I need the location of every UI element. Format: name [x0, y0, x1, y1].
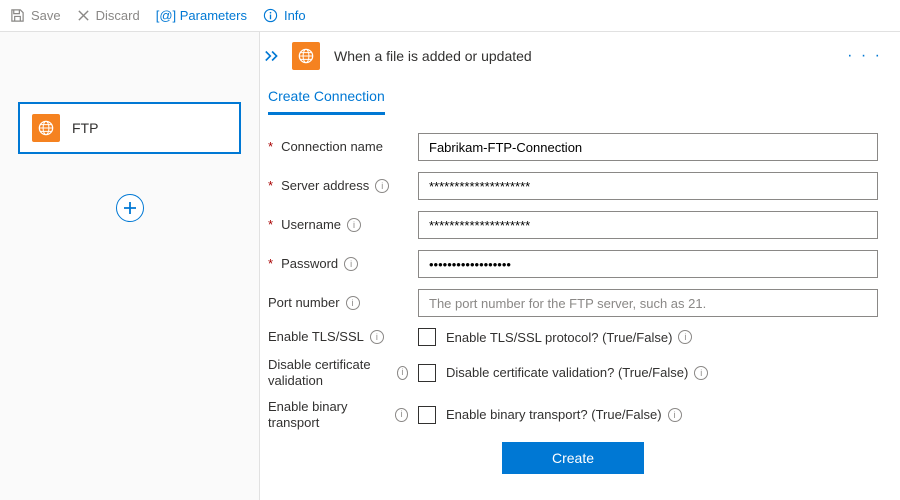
disable-cert-checkbox[interactable]: [418, 364, 436, 382]
save-button[interactable]: Save: [10, 8, 61, 23]
info-icon[interactable]: i: [370, 330, 384, 344]
tab-create-connection[interactable]: Create Connection: [268, 80, 385, 115]
connection-form: *Connection name *Server addressi *Usern…: [264, 133, 882, 474]
enable-tls-check-label: Enable TLS/SSL protocol? (True/False)i: [446, 330, 692, 345]
info-label: Info: [284, 8, 306, 23]
port-number-label: Port numberi: [268, 295, 408, 311]
info-icon[interactable]: i: [375, 179, 389, 193]
trigger-header: When a file is added or updated · · ·: [264, 42, 882, 70]
parameters-button[interactable]: [@] Parameters: [156, 8, 247, 23]
enable-binary-label: Enable binary transporti: [268, 399, 408, 430]
info-icon[interactable]: i: [395, 408, 408, 422]
info-icon: [263, 8, 278, 23]
disable-cert-label: Disable certificate validationi: [268, 357, 408, 388]
ftp-trigger-card[interactable]: FTP: [18, 102, 241, 154]
add-step-button[interactable]: [116, 194, 144, 222]
trigger-title: When a file is added or updated: [330, 48, 532, 64]
enable-tls-label: Enable TLS/SSLi: [268, 329, 408, 345]
info-button[interactable]: Info: [263, 8, 306, 23]
discard-button[interactable]: Discard: [77, 8, 140, 23]
connection-name-label: *Connection name: [268, 139, 408, 155]
ftp-icon: [32, 114, 60, 142]
enable-tls-checkbox[interactable]: [418, 328, 436, 346]
right-pane: When a file is added or updated · · · Cr…: [260, 32, 900, 500]
info-icon[interactable]: i: [678, 330, 692, 344]
password-label: *Passwordi: [268, 256, 408, 272]
save-icon: [10, 8, 25, 23]
create-button[interactable]: Create: [502, 442, 644, 474]
plus-icon: [123, 201, 137, 215]
port-number-input[interactable]: [418, 289, 878, 317]
server-address-input[interactable]: [418, 172, 878, 200]
disable-cert-check-label: Disable certificate validation? (True/Fa…: [446, 365, 708, 380]
close-icon: [77, 9, 90, 22]
info-icon[interactable]: i: [668, 408, 682, 422]
parameters-label: [@] Parameters: [156, 8, 247, 23]
server-address-label: *Server addressi: [268, 178, 408, 194]
info-icon[interactable]: i: [397, 366, 408, 380]
discard-label: Discard: [96, 8, 140, 23]
info-icon[interactable]: i: [344, 257, 358, 271]
connection-name-input[interactable]: [418, 133, 878, 161]
info-icon[interactable]: i: [346, 296, 360, 310]
collapse-button[interactable]: [264, 49, 282, 63]
enable-binary-check-label: Enable binary transport? (True/False)i: [446, 407, 682, 422]
username-input[interactable]: [418, 211, 878, 239]
left-pane: FTP: [0, 32, 260, 500]
enable-binary-checkbox[interactable]: [418, 406, 436, 424]
content: FTP When a file is added or updated · · …: [0, 32, 900, 500]
trigger-ftp-icon: [292, 42, 320, 70]
info-icon[interactable]: i: [694, 366, 708, 380]
ftp-label: FTP: [72, 120, 98, 136]
save-label: Save: [31, 8, 61, 23]
more-menu[interactable]: · · ·: [847, 47, 882, 65]
info-icon[interactable]: i: [347, 218, 361, 232]
username-label: *Usernamei: [268, 217, 408, 233]
password-input[interactable]: [418, 250, 878, 278]
chevron-right-icon: [264, 49, 282, 63]
toolbar: Save Discard [@] Parameters Info: [0, 0, 900, 32]
